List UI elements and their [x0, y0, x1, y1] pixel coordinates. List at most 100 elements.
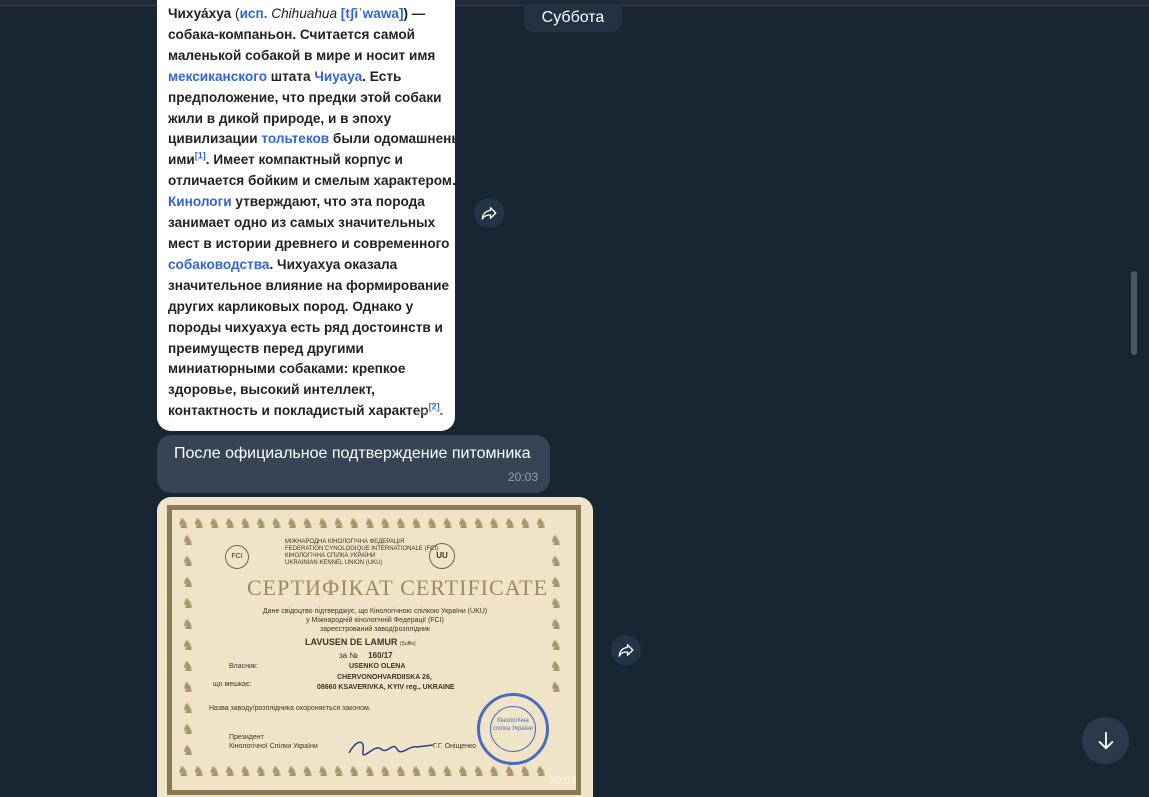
stamp-text: Кінологічна спілка України [490, 706, 536, 752]
wiki-line: мест в истории древнего и современного [168, 234, 453, 255]
image-message-wiki[interactable]: Чихуа́хуа (исп. Chihuahua [tʃiˈwawa]) — с… [157, 0, 455, 431]
dog-pattern: ♞♞♞♞♞♞♞♞♞♞♞♞♞♞♞♞♞♞♞♞♞♞♞♞ [177, 763, 551, 779]
wiki-line: предположение, что предки этой собаки [168, 88, 453, 109]
wiki-line: миниатюрными собаками: крепкое [168, 359, 453, 380]
address-line-2: 08660 KSAVERIVKA, KYIV reg., UKRAINE [317, 684, 455, 691]
scroll-to-bottom-button[interactable] [1082, 717, 1129, 764]
wiki-line: контактность и покладистый характер[2]. [168, 401, 453, 422]
fci-logo: FCI [225, 545, 249, 569]
wiki-line: других карликовых пород. Однако у [168, 297, 453, 318]
wiki-text-image: Чихуа́хуа (исп. Chihuahua [tʃiˈwawa]) — с… [168, 4, 455, 422]
president-label-1: Президент [229, 734, 264, 741]
text-message-bubble[interactable]: После официальное подтверждение питомник… [157, 435, 550, 493]
owner-value: USENKO OLENA [349, 663, 406, 670]
wiki-text: отличается бойким и смелым характером. [168, 173, 455, 189]
wiki-line: занимает одно из самых значительных [168, 213, 453, 234]
header-line: КІНОЛОГІЧНА СПІЛКА УКРАЇНИ [285, 553, 376, 559]
kennel-suffix: (Suffix) [399, 641, 416, 647]
address-line-1: CHERVONOHVARDIISKA 26, [337, 674, 432, 681]
certificate-title: СЕРТИФІКАТ CERTIFICATE [247, 575, 549, 600]
kennel-number: за № 160/17 [339, 651, 393, 660]
wiki-line: собака-компаньон. Считается самой [168, 25, 453, 46]
wiki-line: здоровье, высокий интеллект, [168, 380, 453, 401]
wiki-link: мексиканского [168, 68, 268, 84]
wiki-link: [1] [194, 150, 206, 161]
wiki-text: мест в истории древнего и современного [168, 235, 450, 251]
wiki-link: [tʃiˈwawa] [340, 6, 404, 21]
body-line: зареєстрований завод/розплідник [320, 626, 430, 633]
wiki-text: предположение, что предки этой собаки [168, 89, 442, 105]
wiki-link: Кинологи [168, 194, 232, 210]
wiki-text: жили в дикой природе, и в эпоху [168, 110, 392, 126]
wiki-link: собаководства [168, 256, 270, 272]
wiki-text: цивилизации [168, 131, 262, 147]
certificate-stamp: Кінологічна спілка України [477, 693, 549, 765]
wiki-link: тольтеков [261, 131, 330, 147]
wiki-text: миниатюрными собаками: крепкое [168, 361, 406, 377]
header-line: UKRAINIAN KENNEL UNION (UKU) [285, 560, 383, 566]
dog-pattern: ♞♞♞♞♞♞♞♞♞♞♞♞♞♞♞♞♞♞♞♞♞♞♞♞ [177, 515, 551, 531]
wiki-text: ими [168, 152, 195, 168]
scrollbar-thumb[interactable] [1131, 271, 1137, 355]
president-label-2: Кінологічної Спілки України [229, 743, 318, 750]
date-separator: Суббота [524, 4, 622, 32]
message-time: 20:03 [507, 470, 538, 484]
forward-arrow-icon [481, 207, 497, 220]
forward-button[interactable] [611, 635, 641, 665]
certificate-header: МІЖНАРОДНА КІНОЛОГІЧНА ФЕДЕРАЦІЯ FEDERAT… [285, 539, 438, 567]
protected-note: Назва заводу/розплідника охороняється за… [209, 705, 371, 712]
wiki-line: жили в дикой природе, и в эпоху [168, 109, 453, 130]
owner-label: Власник: [229, 663, 258, 670]
wiki-line: отличается бойким и смелым характером. [168, 171, 455, 192]
kennel-name-value: LAVUSEN DE LAMUR [305, 637, 398, 647]
president-name: Г.Г. Оніщенко [433, 743, 477, 750]
address-label: що мешкає: [213, 681, 252, 688]
wiki-text: . Имеет компактный корпус и [205, 152, 403, 168]
header-line: МІЖНАРОДНА КІНОЛОГІЧНА ФЕДЕРАЦІЯ [285, 539, 405, 545]
header-line: FEDERATION CYNOLOGIQUE INTERNATIONALE (F… [285, 546, 439, 552]
wiki-line: собаководства. Чихуахуа оказала [168, 255, 453, 276]
dog-pattern: ♞♞♞♞♞♞♞♞♞♞♞ [181, 533, 197, 764]
wiki-link: исп. [239, 6, 268, 21]
wiki-text: Chihuahua [271, 6, 338, 21]
wiki-link: Чиуауа [314, 68, 363, 84]
number-label: за № [339, 651, 358, 660]
message-time: 20:03 [549, 775, 577, 787]
dog-pattern: ♞♞♞♞♞♞♞♞ [549, 533, 565, 701]
message-text: После официальное подтверждение питомник… [174, 445, 531, 462]
kennel-name: LAVUSEN DE LAMUR (Suffix) [305, 637, 416, 647]
wiki-line: ими[1]. Имеет компактный корпус и [168, 150, 453, 171]
wiki-line: маленькой собакой в мире и носит имя [168, 46, 453, 67]
body-line: Дане свідоцтво підтверджує, що Кінологіч… [262, 608, 488, 615]
wiki-text: собака-компаньон. Считается самой [168, 26, 415, 42]
president-signature [348, 741, 434, 756]
wiki-text: породы чихуахуа есть ряд достоинств и [168, 319, 443, 335]
wiki-line: мексиканского штата Чиуауа. Есть [168, 67, 453, 88]
certificate-body: Дане свідоцтво підтверджує, що Кінологіч… [225, 607, 525, 634]
image-message-certificate[interactable]: ♞♞♞♞♞♞♞♞♞♞♞♞♞♞♞♞♞♞♞♞♞♞♞♞ ♞♞♞♞♞♞♞♞♞♞♞♞♞♞♞… [157, 497, 593, 797]
wiki-line: Кинологи утверждают, что эта порода [168, 192, 453, 213]
wiki-text: штата [267, 68, 315, 84]
arrow-down-icon [1098, 731, 1113, 749]
forward-button[interactable] [474, 198, 504, 228]
forward-arrow-icon [618, 644, 634, 657]
wiki-text: маленькой собакой в мире и носит имя [168, 47, 436, 63]
wiki-line: Чихуа́хуа (исп. Chihuahua [tʃiˈwawa]) — [168, 4, 453, 25]
wiki-line: значительное влияние на формирование [168, 276, 453, 297]
wiki-text: утверждают, что эта порода [231, 194, 425, 210]
wiki-line: цивилизации тольтеков были одомашнены [168, 129, 455, 150]
wiki-line: преимуществ перед другими [168, 339, 453, 360]
body-line: у Міжнародній кінологічній Федерації (FC… [306, 617, 444, 624]
wiki-text: здоровье, высокий интеллект, [168, 382, 375, 398]
wiki-line: породы чихуахуа есть ряд достоинств и [168, 318, 453, 339]
number-value: 160/17 [368, 651, 393, 660]
wiki-text: занимает одно из самых значительных [168, 215, 436, 231]
wiki-text: Чихуа́хуа [168, 6, 232, 21]
wiki-text: значительное влияние на формирование [168, 277, 450, 293]
wiki-text: . Есть [362, 68, 402, 84]
wiki-text: ) — [403, 6, 426, 21]
wiki-text: . Чихуахуа оказала [269, 256, 398, 272]
wiki-text: ( [231, 6, 240, 21]
message-time: 20:03 [415, 407, 443, 419]
president-label: Президент Кінологічної Спілки України [229, 733, 318, 751]
